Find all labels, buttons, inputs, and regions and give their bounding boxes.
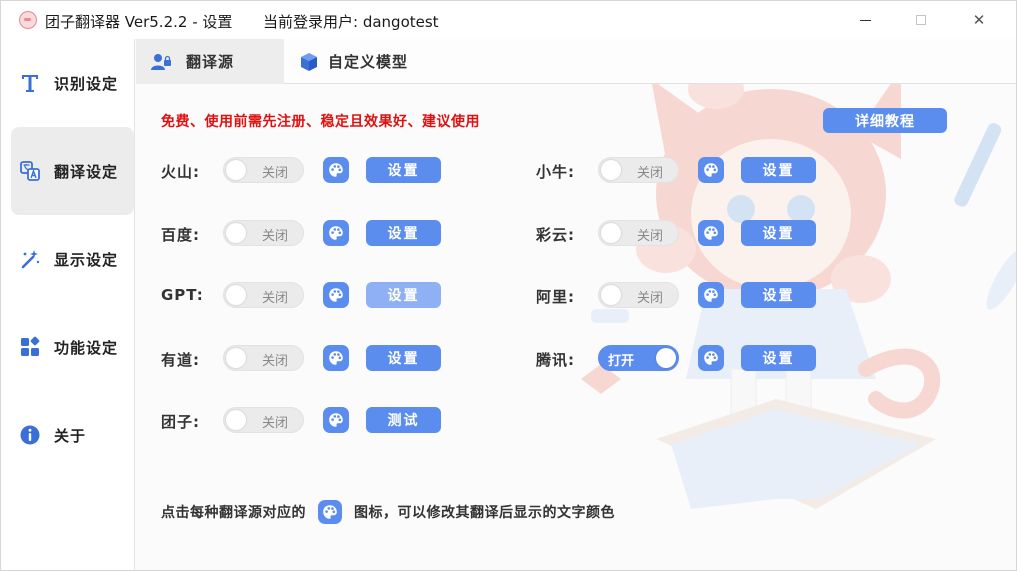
sidebar-item-label: 识别设定 [54,74,119,93]
toggle-knob [226,348,246,368]
sidebar: 识别设定 翻译设定 显示设定 功能设定 关于 [1,39,135,570]
close-icon: ✕ [972,11,986,29]
minimize-icon [859,19,871,21]
toggle-huoshan[interactable]: 关闭 [223,157,304,183]
toggle-caiyun[interactable]: 关闭 [598,220,679,246]
tab-label: 翻译源 [186,53,235,71]
sidebar-item-label: 功能设定 [54,338,119,357]
close-button[interactable]: ✕ [951,1,1007,39]
magic-wand-icon [19,248,41,270]
toggle-tencent[interactable]: 打开 [598,345,679,371]
settings-button-xiaoniu[interactable]: 设置 [741,157,816,183]
cube-icon [298,51,320,73]
source-label-tencent: 腾讯: [536,351,575,369]
toggle-state: 关闭 [262,229,289,244]
settings-button-gpt[interactable]: 设置 [366,282,441,308]
current-user-label: 当前登录用户: dangotest [263,13,439,31]
color-tip-before: 点击每种翻译源对应的 [161,505,306,521]
app-logo-icon [19,11,37,29]
toggle-knob [601,160,621,180]
toggle-state: 关闭 [262,291,289,306]
sidebar-item-display[interactable]: 显示设定 [11,215,134,303]
palette-icon[interactable] [323,407,349,433]
settings-button-youdao[interactable]: 设置 [366,345,441,371]
palette-icon[interactable] [323,345,349,371]
tutorial-button[interactable]: 详细教程 [823,108,947,133]
toggle-state: 关闭 [637,291,664,306]
toggle-tuanzi[interactable]: 关闭 [223,407,304,433]
toggle-state: 关闭 [637,229,664,244]
toggle-xiaoniu[interactable]: 关闭 [598,157,679,183]
sidebar-item-features[interactable]: 功能设定 [11,303,134,391]
settings-button-caiyun[interactable]: 设置 [741,220,816,246]
toggle-ali[interactable]: 关闭 [598,282,679,308]
color-tip-note: 点击每种翻译源对应的 图标，可以修改其翻译后显示的文字颜色 [161,500,615,524]
tab-bar: 翻译源 自定义模型 [136,39,1016,84]
toggle-youdao[interactable]: 关闭 [223,345,304,371]
sidebar-item-about[interactable]: 关于 [11,391,134,479]
maximize-button[interactable] [893,1,949,39]
text-t-icon [19,72,41,94]
source-label-ali: 阿里: [536,288,575,306]
toggle-knob [656,348,676,368]
palette-icon [318,500,342,524]
toggle-knob [226,160,246,180]
user-lock-icon [150,51,172,73]
translate-icon [19,160,41,182]
toggle-baidu[interactable]: 关闭 [223,220,304,246]
toggle-state: 关闭 [262,416,289,431]
source-label-huoshan: 火山: [161,163,200,181]
palette-icon[interactable] [698,220,724,246]
palette-icon[interactable] [323,157,349,183]
settings-button-tencent[interactable]: 设置 [741,345,816,371]
toggle-state: 打开 [608,354,635,369]
toggle-knob [601,223,621,243]
toggle-knob [226,285,246,305]
settings-window: 团子翻译器 Ver5.2.2 - 设置 当前登录用户: dangotest ✕ … [0,0,1017,571]
sidebar-item-label: 显示设定 [54,250,119,269]
window-title: 团子翻译器 Ver5.2.2 - 设置 [45,13,233,31]
toggle-knob [601,285,621,305]
sidebar-item-label: 翻译设定 [54,162,119,181]
palette-icon[interactable] [698,282,724,308]
settings-button-huoshan[interactable]: 设置 [366,157,441,183]
source-label-xiaoniu: 小牛: [536,163,575,181]
toggle-gpt[interactable]: 关闭 [223,282,304,308]
toggle-knob [226,223,246,243]
palette-icon[interactable] [698,157,724,183]
info-icon [19,424,41,446]
translation-source-panel: 免费、使用前需先注册、稳定且效果好、建议使用 详细教程 火山: 关闭 设置 百度… [136,84,1016,570]
palette-icon[interactable] [698,345,724,371]
sidebar-item-translation[interactable]: 翻译设定 [11,127,134,215]
toggle-knob [226,410,246,430]
sidebar-item-recognition[interactable]: 识别设定 [11,39,134,127]
source-label-gpt: GPT: [161,286,204,304]
source-label-tuanzi: 团子: [161,413,200,431]
toggle-state: 关闭 [262,166,289,181]
tab-translation-source[interactable]: 翻译源 [136,39,284,84]
title-bar: 团子翻译器 Ver5.2.2 - 设置 当前登录用户: dangotest ✕ [1,1,1016,39]
palette-icon[interactable] [323,282,349,308]
settings-button-ali[interactable]: 设置 [741,282,816,308]
palette-icon[interactable] [323,220,349,246]
toggle-state: 关闭 [637,166,664,181]
source-label-baidu: 百度: [161,226,200,244]
color-tip-after: 图标，可以修改其翻译后显示的文字颜色 [354,505,615,521]
settings-button-baidu[interactable]: 设置 [366,220,441,246]
tab-label: 自定义模型 [328,53,409,71]
apps-icon [19,336,41,358]
maximize-icon [916,15,926,25]
source-label-caiyun: 彩云: [536,226,575,244]
source-label-youdao: 有道: [161,351,200,369]
test-button-tuanzi[interactable]: 测试 [366,407,441,433]
minimize-button[interactable] [837,1,893,39]
sidebar-item-label: 关于 [54,426,87,445]
free-service-notice: 免费、使用前需先注册、稳定且效果好、建议使用 [161,114,480,130]
toggle-state: 关闭 [262,354,289,369]
tab-custom-model[interactable]: 自定义模型 [284,39,444,84]
